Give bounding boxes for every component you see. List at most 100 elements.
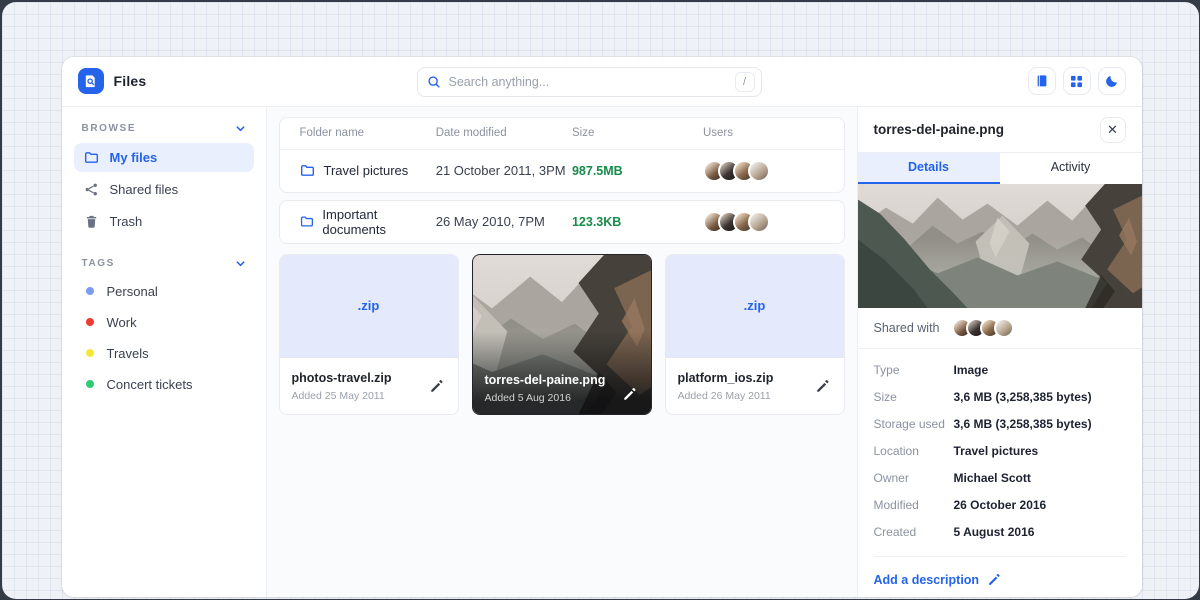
folder-table-row-card: Important documents 26 May 2010, 7PM 123… <box>279 200 845 244</box>
add-description-link[interactable]: Add a description <box>874 573 1002 587</box>
detail-label: Modified <box>874 498 954 512</box>
rename-button[interactable] <box>813 377 832 396</box>
tag-color-dot <box>86 318 94 326</box>
file-added-date: Added 26 May 2011 <box>678 390 774 402</box>
search-bar[interactable]: / <box>417 67 762 97</box>
browse-section-label: BROWSE <box>82 123 137 134</box>
date-modified: 26 May 2010, 7PM <box>436 214 572 229</box>
tag-item-concert-tickets[interactable]: Concert tickets <box>74 371 254 399</box>
page-title: Files <box>114 73 147 89</box>
detail-value: Travel pictures <box>954 444 1039 458</box>
close-panel-button[interactable]: ✕ <box>1100 117 1126 143</box>
table-header-row: Folder name Date modified Size Users <box>280 118 844 150</box>
sidebar-item-label: Shared files <box>110 182 179 197</box>
header-actions <box>1028 67 1126 95</box>
rename-button[interactable] <box>620 385 639 404</box>
file-card-platform-ios-zip[interactable]: .zip platform_ios.zip Added 26 May 2011 <box>665 254 845 415</box>
panel-tabs: Details Activity <box>858 152 1142 184</box>
sidebar-section-tags[interactable]: TAGS <box>74 255 254 278</box>
avatar <box>748 160 770 182</box>
tag-item-work[interactable]: Work <box>74 309 254 337</box>
detail-value: 26 October 2016 <box>954 498 1047 512</box>
tags-section-label: TAGS <box>82 258 115 269</box>
folder-icon <box>300 214 314 229</box>
share-icon <box>84 182 99 197</box>
tag-color-dot <box>86 349 94 357</box>
file-card-photos-travel-zip[interactable]: .zip photos-travel.zip Added 25 May 2011 <box>279 254 459 415</box>
tag-color-dot <box>86 287 94 295</box>
file-name: photos-travel.zip <box>292 371 392 385</box>
date-modified: 21 October 2011, 3PM <box>436 163 572 178</box>
zip-preview: .zip <box>280 255 458 358</box>
sidebar-section-browse[interactable]: BROWSE <box>74 120 254 143</box>
book-icon <box>1035 74 1049 88</box>
close-icon: ✕ <box>1107 123 1118 136</box>
file-name: platform_ios.zip <box>678 371 774 385</box>
folder-icon <box>84 150 99 165</box>
detail-label: Size <box>874 390 954 404</box>
file-cards-row: .zip photos-travel.zip Added 25 May 2011 <box>279 254 845 415</box>
file-added-date: Added 5 Aug 2016 <box>485 392 606 404</box>
app-logo-file-search-icon <box>78 68 104 94</box>
zip-preview: .zip <box>666 255 844 358</box>
sidebar-item-my-files[interactable]: My files <box>74 143 254 172</box>
pencil-icon <box>429 379 444 394</box>
detail-row-location: Location Travel pictures <box>874 438 1126 465</box>
folder-name: Travel pictures <box>324 163 409 178</box>
search-input[interactable] <box>449 75 735 89</box>
tag-label: Travels <box>107 346 149 361</box>
detail-row-owner: Owner Michael Scott <box>874 465 1126 492</box>
column-header-size: Size <box>572 127 703 139</box>
detail-row-size: Size 3,6 MB (3,258,385 bytes) <box>874 384 1126 411</box>
user-avatars <box>703 211 824 233</box>
sidebar-item-label: My files <box>110 150 158 165</box>
detail-row-type: Type Image <box>874 357 1126 384</box>
folder-table: Folder name Date modified Size Users Tra… <box>279 117 845 193</box>
dark-mode-button[interactable] <box>1098 67 1126 95</box>
chevron-down-icon[interactable] <box>235 258 246 269</box>
tab-activity[interactable]: Activity <box>1000 153 1142 184</box>
file-card-torres-del-paine-png[interactable]: torres-del-paine.png Added 5 Aug 2016 <box>472 254 652 415</box>
sidebar-item-trash[interactable]: Trash <box>74 207 254 236</box>
detail-value: Michael Scott <box>954 471 1031 485</box>
avatar <box>748 211 770 233</box>
zip-badge: .zip <box>358 298 380 313</box>
details-panel: torres-del-paine.png ✕ Details Activity … <box>857 107 1142 597</box>
detail-label: Created <box>874 525 954 539</box>
sidebar-item-shared-files[interactable]: Shared files <box>74 175 254 204</box>
user-avatars <box>703 160 824 182</box>
table-row-travel-pictures[interactable]: Travel pictures 21 October 2011, 3PM 987… <box>280 150 844 192</box>
tag-item-travels[interactable]: Travels <box>74 340 254 368</box>
detail-label: Location <box>874 444 954 458</box>
pencil-icon <box>622 387 637 402</box>
rename-button[interactable] <box>427 377 446 396</box>
detail-value: 3,6 MB (3,258,385 bytes) <box>954 417 1092 431</box>
desktop-background: Files / <box>2 2 1199 599</box>
detail-row-modified: Modified 26 October 2016 <box>874 492 1126 519</box>
folder-name: Important documents <box>322 207 435 237</box>
table-row-important-documents[interactable]: Important documents 26 May 2010, 7PM 123… <box>280 201 844 243</box>
detail-value: Image <box>954 363 989 377</box>
chevron-down-icon[interactable] <box>235 123 246 134</box>
grid-icon <box>1070 75 1083 88</box>
detail-label: Storage used <box>874 417 954 431</box>
tab-details[interactable]: Details <box>858 153 1000 184</box>
tag-label: Concert tickets <box>107 377 193 392</box>
main-content: Folder name Date modified Size Users Tra… <box>267 107 857 597</box>
grid-view-button[interactable] <box>1063 67 1091 95</box>
pencil-icon <box>815 379 830 394</box>
detail-value: 5 August 2016 <box>954 525 1035 539</box>
folder-icon <box>300 163 315 178</box>
column-header-users: Users <box>703 127 824 139</box>
mountain-preview <box>858 184 1142 308</box>
file-preview-image <box>858 184 1142 308</box>
sidebar-item-label: Trash <box>110 214 143 229</box>
search-icon <box>427 75 441 89</box>
detail-row-storage-used: Storage used 3,6 MB (3,258,385 bytes) <box>874 411 1126 438</box>
tag-label: Personal <box>107 284 158 299</box>
bookmarks-button[interactable] <box>1028 67 1056 95</box>
app-header: Files / <box>62 57 1142 107</box>
detail-label: Type <box>874 363 954 377</box>
tag-item-personal[interactable]: Personal <box>74 278 254 306</box>
pencil-icon <box>987 573 1001 587</box>
